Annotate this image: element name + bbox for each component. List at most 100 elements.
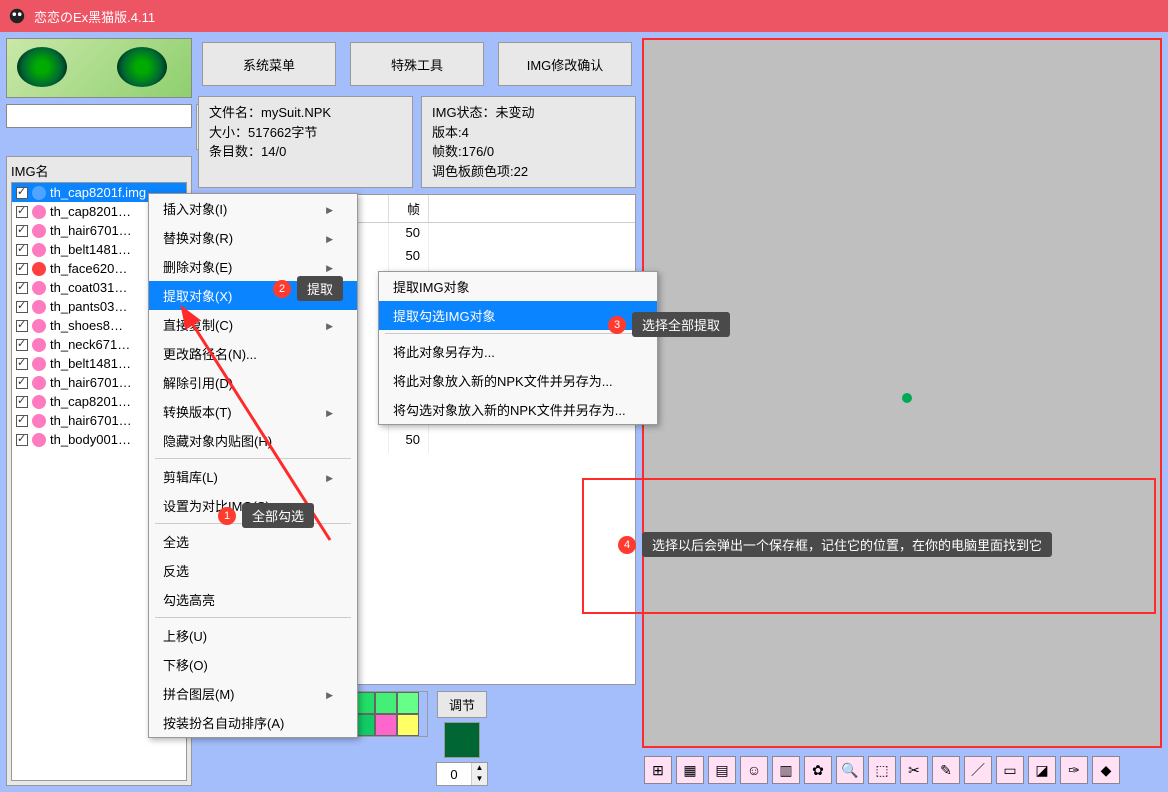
tool-button[interactable]: ▤ (708, 756, 736, 784)
tool-button[interactable]: ✿ (804, 756, 832, 784)
adjust-button[interactable]: 调节 (437, 691, 487, 718)
tool-button[interactable]: ✂ (900, 756, 928, 784)
item-type-icon (32, 433, 46, 447)
item-label: th_cap8201… (50, 394, 131, 409)
tool-button[interactable]: ⬚ (868, 756, 896, 784)
menu-item[interactable]: 上移(U) (149, 621, 357, 650)
tool-button[interactable]: ▥ (772, 756, 800, 784)
menu-item[interactable]: 隐藏对象内贴图(H) (149, 426, 357, 455)
preview-sprite (902, 393, 912, 403)
menu-item[interactable]: 勾选高亮 (149, 585, 357, 614)
menu-item[interactable]: 删除对象(E) (149, 252, 357, 281)
menu-item[interactable]: 全选 (149, 527, 357, 556)
item-label: th_body001… (50, 432, 131, 447)
item-label: th_neck671… (50, 337, 130, 352)
menu-item[interactable]: 剪辑库(L) (149, 462, 357, 491)
spinner-up[interactable]: ▲ (471, 763, 487, 774)
value-spinner[interactable]: ▲▼ (436, 762, 488, 786)
menu-item[interactable]: 将此对象放入新的NPK文件并另存为... (379, 366, 657, 395)
img-status-label: IMG状态：未变动 (432, 103, 625, 123)
img-frames-label: 帧数:176/0 (432, 142, 625, 162)
tool-button[interactable]: ◆ (1092, 756, 1120, 784)
spinner-input[interactable] (437, 765, 471, 784)
tool-button[interactable]: ▭ (996, 756, 1024, 784)
item-label: th_cap8201f.img (50, 185, 146, 200)
checkbox-icon[interactable] (16, 187, 28, 199)
img-confirm-button[interactable]: IMG修改确认 (498, 42, 632, 86)
img-version-label: 版本:4 (432, 123, 625, 143)
tool-button[interactable]: ▦ (676, 756, 704, 784)
item-label: th_belt1481… (50, 242, 131, 257)
system-menu-button[interactable]: 系统菜单 (202, 42, 336, 86)
tool-button[interactable]: ☺ (740, 756, 768, 784)
item-type-icon (32, 376, 46, 390)
item-type-icon (32, 357, 46, 371)
checkbox-icon[interactable] (16, 339, 28, 351)
context-submenu[interactable]: 提取IMG对象提取勾选IMG对象将此对象另存为...将此对象放入新的NPK文件并… (378, 271, 658, 425)
img-list-title: IMG名 (11, 161, 187, 180)
menu-item[interactable]: 解除引用(D) (149, 368, 357, 397)
item-type-icon (32, 186, 46, 200)
palette-cell[interactable] (375, 692, 397, 714)
palette-cell[interactable] (397, 714, 419, 736)
menu-item[interactable]: 提取IMG对象 (379, 272, 657, 301)
palette-cell[interactable] (397, 692, 419, 714)
checkbox-icon[interactable] (16, 434, 28, 446)
checkbox-icon[interactable] (16, 358, 28, 370)
item-label: th_belt1481… (50, 356, 131, 371)
item-type-icon (32, 319, 46, 333)
palette-cell[interactable] (375, 714, 397, 736)
tool-button[interactable]: ✑ (1060, 756, 1088, 784)
app-icon (8, 7, 26, 25)
checkbox-icon[interactable] (16, 396, 28, 408)
item-type-icon (32, 338, 46, 352)
highlight-frame (582, 478, 1156, 614)
checkbox-icon[interactable] (16, 206, 28, 218)
menu-item[interactable]: 将勾选对象放入新的NPK文件并另存为... (379, 395, 657, 424)
special-tools-button[interactable]: 特殊工具 (350, 42, 484, 86)
context-menu[interactable]: 插入对象(I)替换对象(R)删除对象(E)提取对象(X)直接复制(C)更改路径名… (148, 193, 358, 738)
menu-item[interactable]: 更改路径名(N)... (149, 339, 357, 368)
menu-item[interactable]: 转换版本(T) (149, 397, 357, 426)
menu-item[interactable]: 设置为对比IMG(S) (149, 491, 357, 520)
checkbox-icon[interactable] (16, 415, 28, 427)
menu-item[interactable]: 提取对象(X) (149, 281, 357, 310)
menu-item[interactable]: 替换对象(R) (149, 223, 357, 252)
menu-item[interactable]: 拼合图层(M) (149, 679, 357, 708)
file-info-panel: 文件名：mySuit.NPK 大小：517662字节 条目数：14/0 (198, 96, 413, 188)
tool-button[interactable]: ／ (964, 756, 992, 784)
checkbox-icon[interactable] (16, 263, 28, 275)
col-frame[interactable]: 帧 (389, 195, 429, 222)
item-label: th_cap8201… (50, 204, 131, 219)
menu-item[interactable]: 直接复制(C) (149, 310, 357, 339)
checkbox-icon[interactable] (16, 225, 28, 237)
item-label: th_pants03… (50, 299, 127, 314)
file-name-label: 文件名：mySuit.NPK (209, 103, 402, 123)
img-palette-label: 调色板颜色项:22 (432, 162, 625, 182)
search-input[interactable] (6, 104, 192, 128)
file-size-label: 大小：517662字节 (209, 123, 402, 143)
item-label: th_face620… (50, 261, 127, 276)
checkbox-icon[interactable] (16, 320, 28, 332)
menu-item[interactable]: 按装扮名自动排序(A) (149, 708, 357, 737)
item-type-icon (32, 262, 46, 276)
item-label: th_hair6701… (50, 375, 132, 390)
menu-item[interactable]: 将此对象另存为... (379, 337, 657, 366)
checkbox-icon[interactable] (16, 244, 28, 256)
menu-item[interactable]: 插入对象(I) (149, 194, 357, 223)
preview-canvas[interactable] (642, 38, 1162, 748)
item-label: th_shoes8… (50, 318, 123, 333)
checkbox-icon[interactable] (16, 377, 28, 389)
avatar-image (6, 38, 192, 98)
menu-item[interactable]: 下移(O) (149, 650, 357, 679)
menu-item[interactable]: 提取勾选IMG对象 (379, 301, 657, 330)
tool-button[interactable]: 🔍 (836, 756, 864, 784)
item-type-icon (32, 281, 46, 295)
tool-button[interactable]: ✎ (932, 756, 960, 784)
checkbox-icon[interactable] (16, 282, 28, 294)
spinner-down[interactable]: ▼ (471, 774, 487, 785)
tool-button[interactable]: ◪ (1028, 756, 1056, 784)
tool-button[interactable]: ⊞ (644, 756, 672, 784)
menu-item[interactable]: 反选 (149, 556, 357, 585)
checkbox-icon[interactable] (16, 301, 28, 313)
